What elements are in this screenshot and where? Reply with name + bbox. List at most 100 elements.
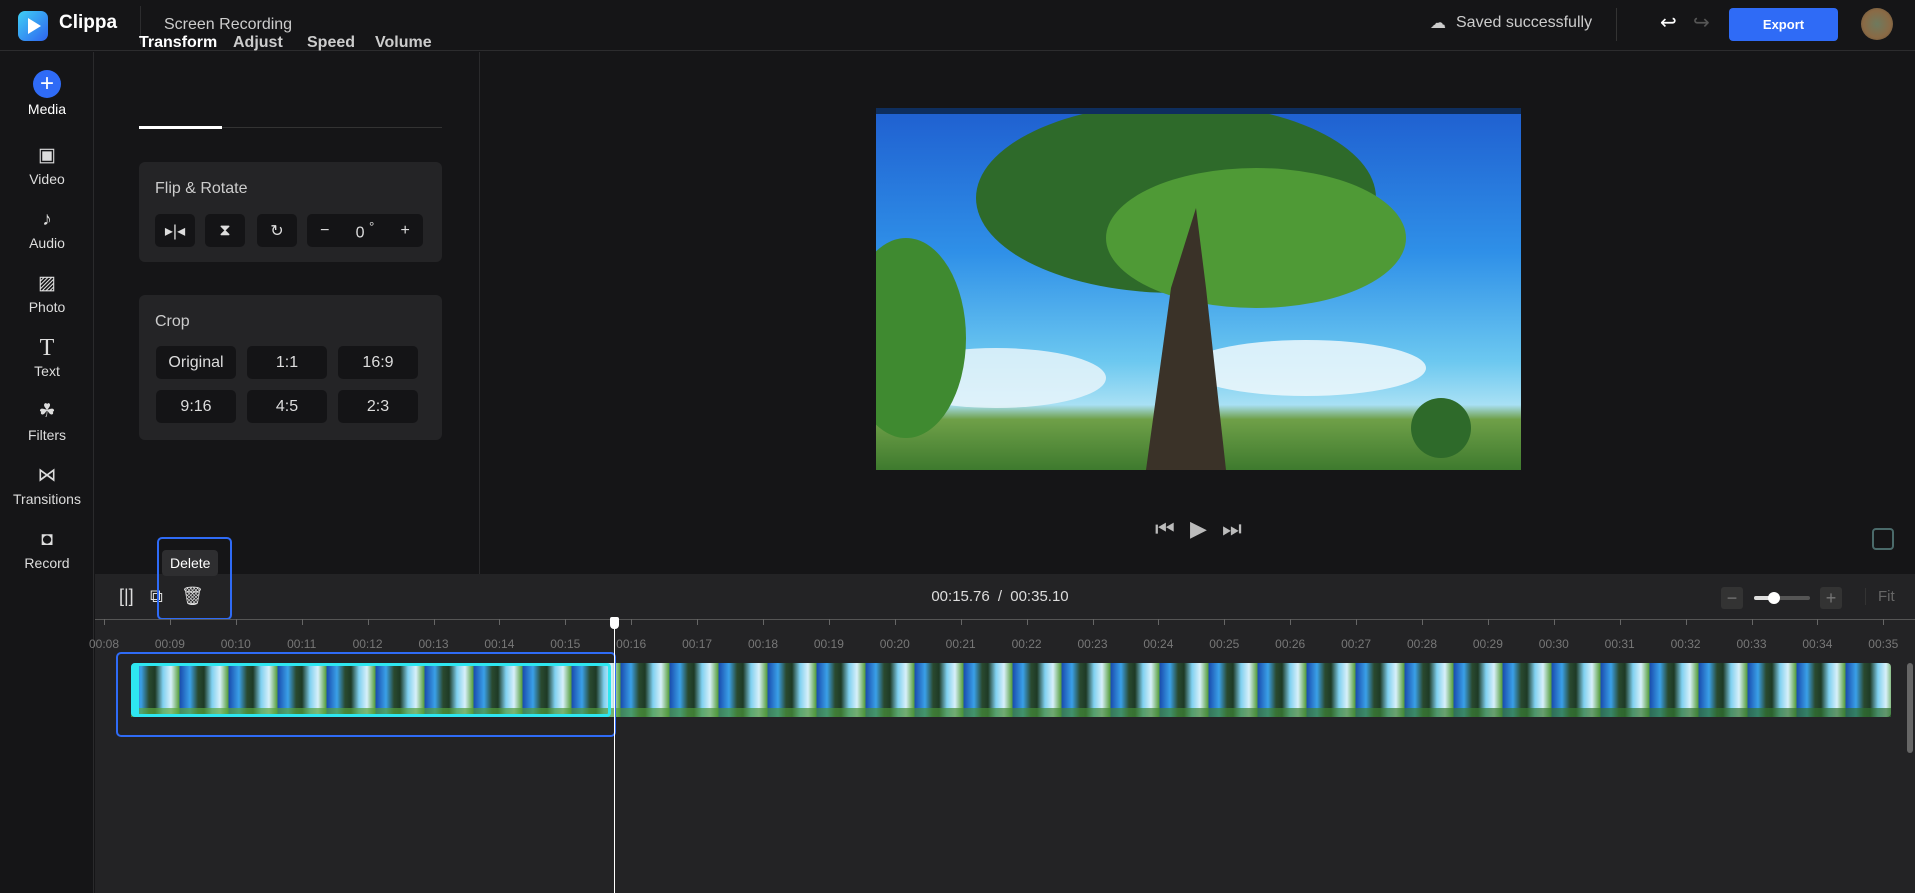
avatar[interactable]	[1861, 8, 1893, 40]
active-tab-indicator	[139, 126, 222, 129]
sidebar-item-label: Photo	[28, 299, 66, 315]
ruler-label: 00:12	[352, 637, 383, 651]
playhead[interactable]	[614, 619, 615, 893]
fullscreen-icon[interactable]	[1872, 528, 1894, 550]
ruler-label: 00:33	[1736, 637, 1767, 651]
ruler-tick	[960, 619, 962, 625]
cloud-check-icon: ☁	[1430, 15, 1446, 32]
highlight-box	[157, 537, 232, 620]
skip-back-icon[interactable]: ⏮	[1155, 516, 1175, 542]
skip-forward-icon[interactable]: ⏭	[1222, 516, 1242, 542]
rotation-stepper[interactable]: − 0 ° +	[307, 214, 423, 247]
ruler-label: 00:18	[747, 637, 779, 651]
sidebar-item-label: Media	[27, 101, 67, 117]
tab-volume[interactable]: Volume	[375, 34, 432, 52]
crop-4-5-button[interactable]: 4:5	[247, 390, 327, 423]
sidebar-item-text[interactable]: T Text	[0, 336, 94, 379]
flip-horizontal-button[interactable]: ▸|◂	[155, 214, 195, 247]
brand-name: Clippa	[59, 12, 118, 33]
ruler-tick	[631, 619, 633, 625]
sidebar-item-audio[interactable]: ♪ Audio	[0, 208, 94, 251]
ruler-tick	[104, 619, 105, 625]
ruler-label: 00:08	[88, 637, 120, 651]
sidebar-item-transitions[interactable]: ⋈ Transitions	[0, 464, 94, 507]
ruler-label: 00:25	[1209, 637, 1240, 651]
ruler-label: 00:16	[616, 637, 647, 651]
ruler-tick	[1026, 619, 1028, 625]
ruler-label: 00:09	[154, 637, 185, 651]
image-icon: ▨	[38, 273, 56, 294]
music-icon: ♪	[42, 209, 52, 230]
ruler-label: 00:23	[1077, 637, 1108, 651]
ruler-label: 00:29	[1472, 637, 1503, 651]
ruler-tick	[1290, 619, 1292, 625]
time-separator: /	[997, 588, 1003, 605]
ruler-tick	[828, 619, 830, 625]
crop-1-1-button[interactable]: 1:1	[247, 346, 327, 379]
timeline-scrollbar[interactable]	[1907, 663, 1913, 753]
redo-icon[interactable]: ↪	[1693, 10, 1710, 35]
play-icon[interactable]: ▶	[1190, 516, 1207, 542]
ruler-tick	[1619, 619, 1621, 625]
project-title[interactable]: Screen Recording	[164, 16, 292, 34]
export-button[interactable]: Export	[1729, 8, 1838, 41]
plus-icon[interactable]: +	[401, 222, 410, 240]
ruler-tick	[1487, 619, 1489, 625]
zoom-in-button[interactable]: +	[1820, 587, 1842, 609]
sidebar-item-media[interactable]: + Media	[0, 70, 94, 117]
ruler-tick	[499, 619, 501, 625]
video-preview[interactable]	[876, 108, 1521, 470]
current-time: 00:15.76	[931, 588, 990, 605]
ruler-label: 00:21	[945, 637, 976, 651]
tab-transform[interactable]: Transform	[139, 34, 217, 52]
preview-image	[876, 108, 1521, 470]
zoom-slider-handle[interactable]	[1767, 592, 1780, 604]
playhead-handle[interactable]	[610, 617, 619, 629]
ruler-label: 00:13	[418, 637, 449, 651]
crop-9-16-button[interactable]: 9:16	[156, 390, 236, 423]
flip-horizontal-icon: ▸|◂	[164, 222, 186, 240]
sidebar-item-filters[interactable]: ☘ Filters	[0, 400, 94, 443]
plus-circle-icon: +	[33, 70, 61, 98]
crop-16-9-button[interactable]: 16:9	[338, 346, 418, 379]
ruler-label: 00:11	[287, 637, 317, 651]
sidebar-item-video[interactable]: ▣ Video	[0, 144, 94, 187]
sidebar-item-record[interactable]: ◘ Record	[0, 528, 94, 571]
camera-icon: ◘	[41, 529, 53, 550]
save-status-text: Saved successfully	[1456, 14, 1593, 31]
zoom-slider[interactable]	[1754, 592, 1810, 604]
minus-icon[interactable]: −	[320, 222, 329, 240]
crop-original-button[interactable]: Original	[156, 346, 236, 379]
ruler-label: 00:15	[550, 637, 581, 651]
undo-icon[interactable]: ↩	[1660, 10, 1677, 35]
tab-adjust[interactable]: Adjust	[233, 34, 283, 52]
ruler-label: 00:26	[1275, 637, 1306, 651]
split-icon[interactable]: [|]	[119, 586, 134, 607]
video-icon: ▣	[38, 145, 56, 166]
ruler-label: 00:35	[1868, 637, 1899, 651]
ruler-tick	[1883, 619, 1885, 625]
zoom-out-button[interactable]: −	[1721, 587, 1743, 609]
ruler-label: 00:31	[1604, 637, 1635, 651]
sidebar-item-photo[interactable]: ▨ Photo	[0, 272, 94, 315]
ruler-label: 00:22	[1011, 637, 1042, 651]
crop-2-3-button[interactable]: 2:3	[338, 390, 418, 423]
sidebar-item-label: Text	[34, 363, 60, 379]
tab-speed[interactable]: Speed	[307, 34, 355, 52]
card-title: Crop	[155, 313, 190, 330]
ruler-tick	[894, 619, 896, 625]
ruler-label: 00:27	[1341, 637, 1372, 651]
top-bar: Clippa Screen Recording ☁ Saved successfu…	[0, 0, 1915, 51]
ruler-tick	[1553, 619, 1555, 625]
rotate-button[interactable]: ↻	[257, 214, 297, 247]
sidebar-item-label: Transitions	[13, 491, 81, 507]
clippa-logo-icon	[18, 11, 48, 41]
sidebar-item-label: Video	[29, 171, 65, 187]
flip-vertical-button[interactable]: ⧗	[205, 214, 245, 247]
fit-button[interactable]: Fit	[1865, 588, 1895, 605]
ruler-tick	[1685, 619, 1687, 625]
ruler-label: 00:30	[1538, 637, 1569, 651]
ruler-tick	[1422, 619, 1423, 625]
ruler-label: 00:20	[879, 637, 910, 651]
rotation-value[interactable]: 0	[356, 224, 365, 241]
